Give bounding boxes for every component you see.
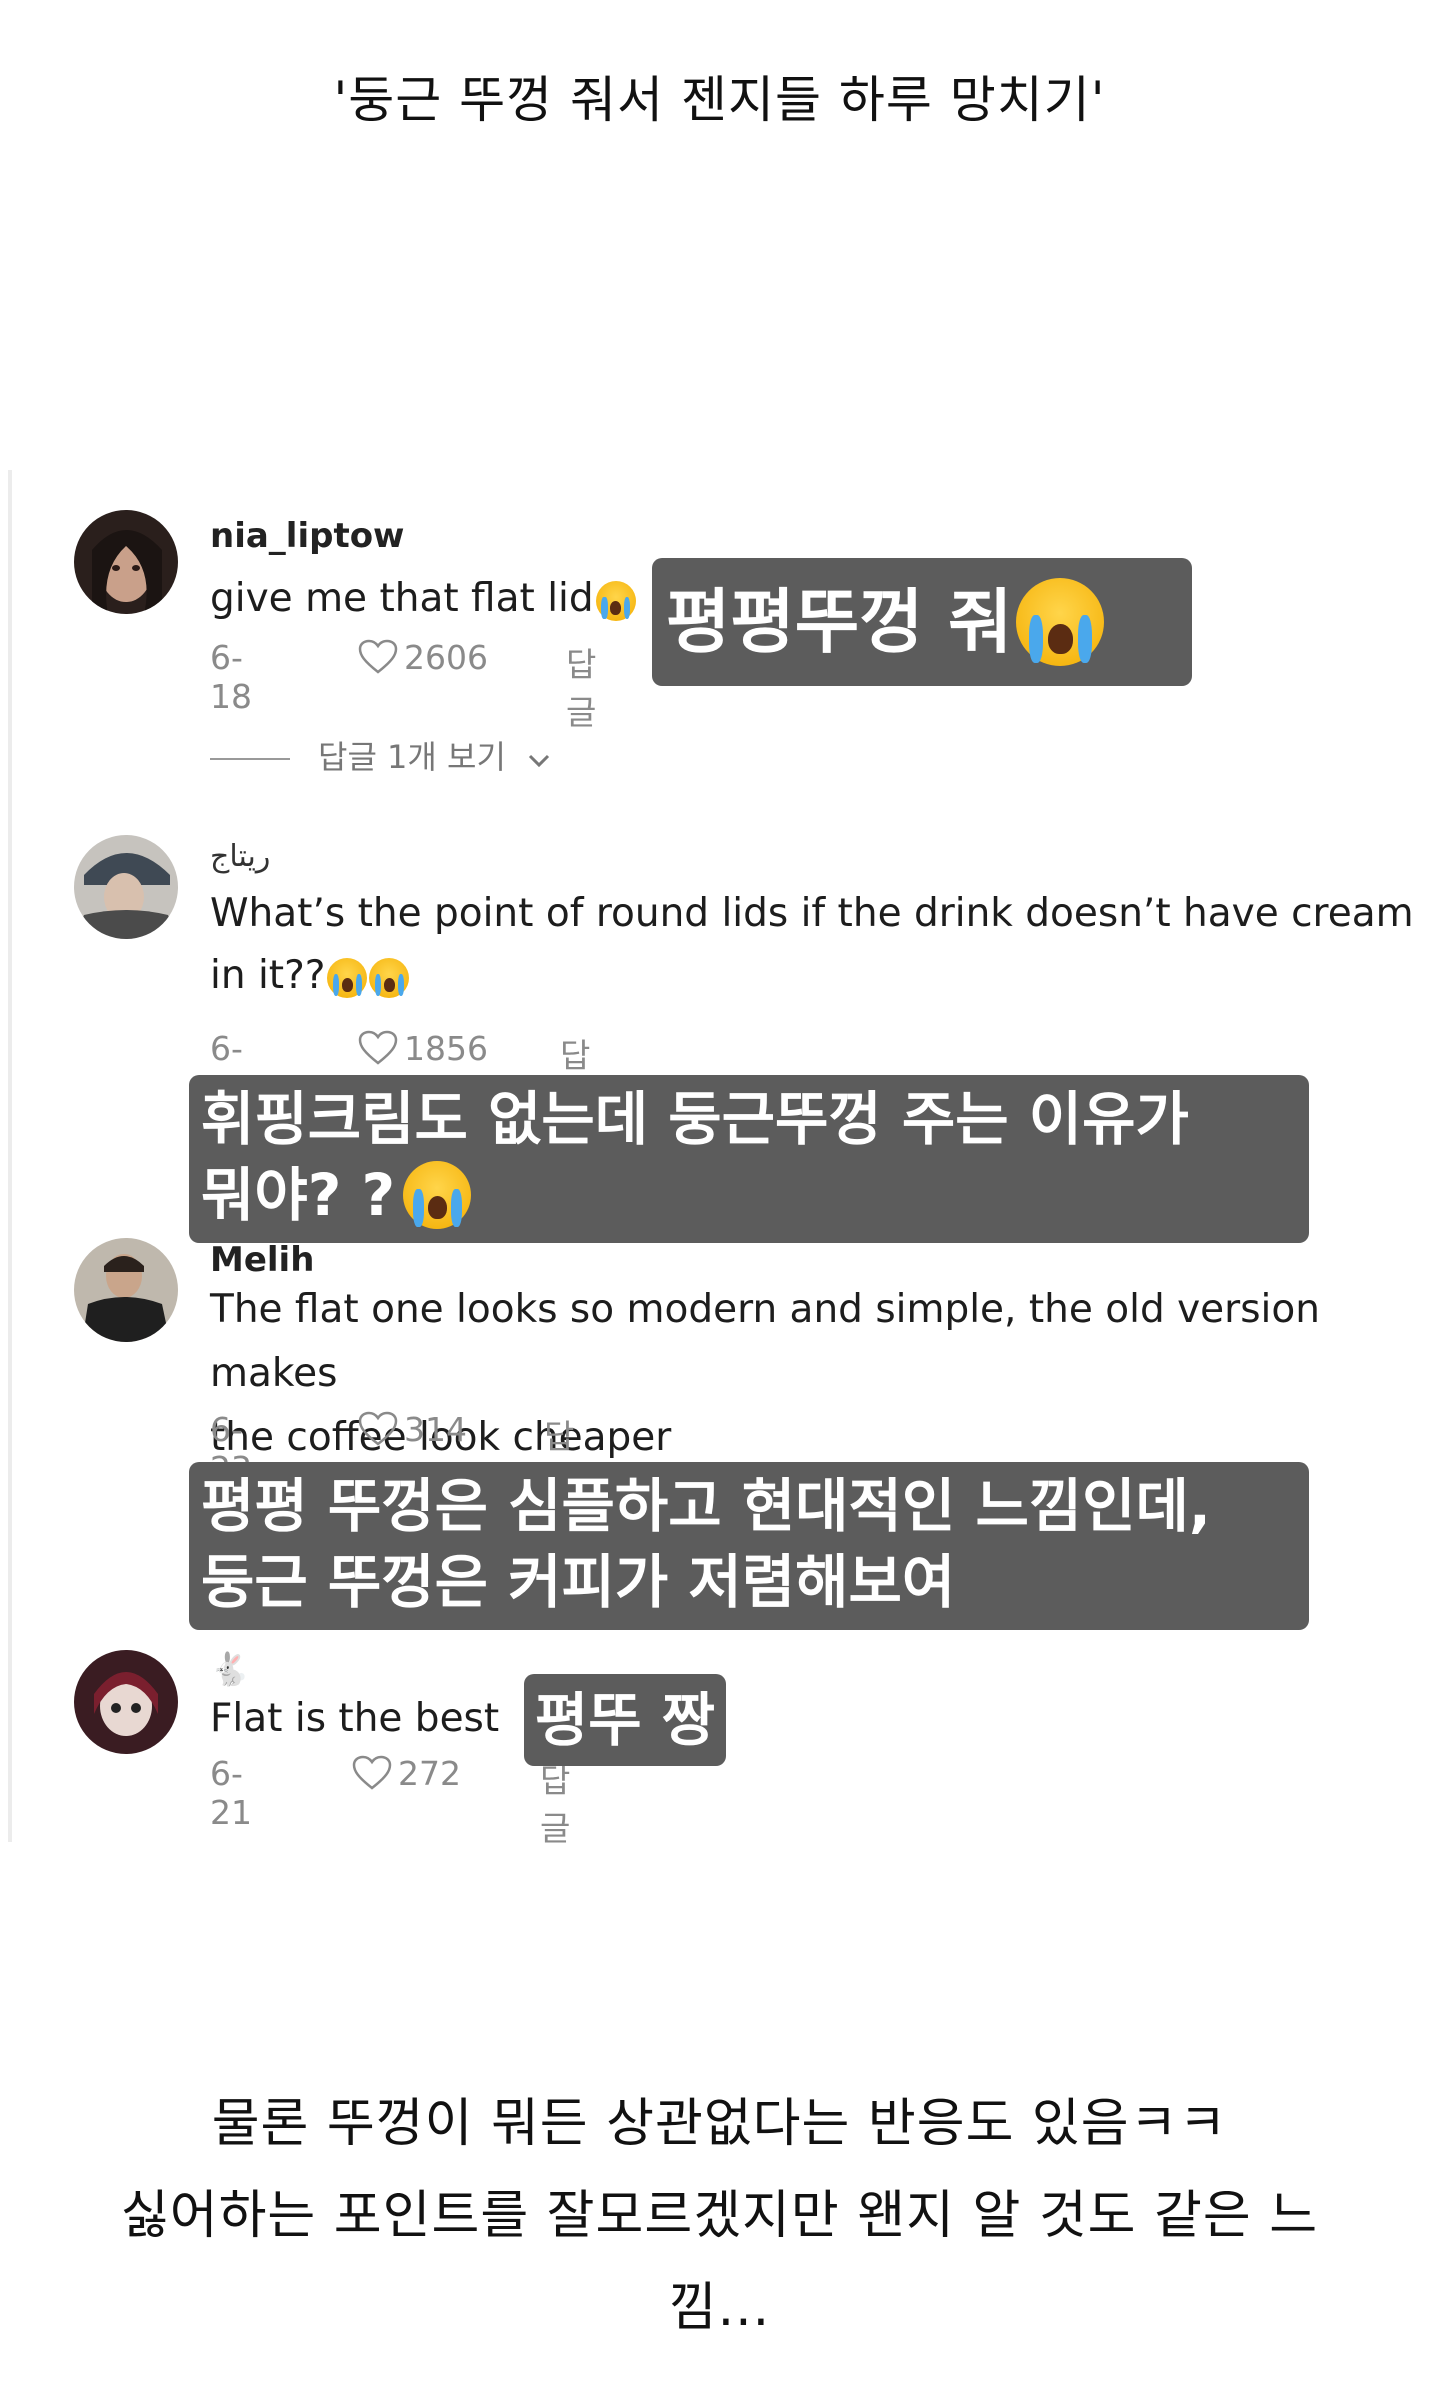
comment-text: Flat is the best: [210, 1696, 500, 1741]
like-count: 2606: [404, 638, 488, 677]
like-count: 1856: [404, 1029, 488, 1068]
translation-overlay: 평평 뚜껑은 심플하고 현대적인 느낌인데, 둥근 뚜껑은 커피가 저렴해보여: [189, 1462, 1309, 1630]
view-replies-label: 답글 1개 보기: [318, 738, 506, 776]
translation-overlay: 평뚜 짱: [524, 1674, 726, 1766]
chevron-down-icon: [529, 754, 550, 768]
sob-emoji-icon: [369, 957, 410, 998]
sob-emoji-icon: [1016, 577, 1105, 666]
username[interactable]: ريتاج: [210, 839, 270, 874]
sob-emoji-icon: [595, 580, 636, 621]
like-count: 272: [398, 1754, 461, 1793]
avatar[interactable]: [74, 510, 178, 614]
overlay-text: 평평뚜껑 줘: [666, 581, 1013, 663]
comment-screenshot: nia_liptow give me that flat lid 6-18 26…: [8, 470, 1439, 1848]
divider-line: [210, 758, 290, 760]
comment-date: 6-18: [210, 638, 252, 716]
like-button[interactable]: 314: [358, 1410, 467, 1449]
translation-overlay: 평평뚜껑 줘: [652, 558, 1192, 686]
comment-text: What’s the point of round lids if the dr…: [210, 883, 1420, 1007]
avatar[interactable]: [74, 1650, 178, 1754]
username[interactable]: 🐇: [210, 1650, 250, 1688]
sob-emoji-icon: [403, 1160, 472, 1229]
footer-line3: 낌...: [668, 2278, 771, 2338]
like-count: 314: [404, 1410, 467, 1449]
overlay-text-line1: 휘핑크림도 없는데 둥근뚜껑 주는 이유가: [201, 1085, 1189, 1153]
overlay-text-line2: 뭐야? ?: [201, 1157, 1297, 1233]
username[interactable]: nia_liptow: [210, 516, 404, 556]
avatar[interactable]: [74, 835, 178, 939]
reply-button[interactable]: 답글: [540, 1754, 570, 1850]
view-replies-button[interactable]: 답글 1개 보기: [210, 732, 550, 778]
page-title: '둥근 뚜껑 줘서 젠지들 하루 망치기': [333, 71, 1106, 129]
like-button[interactable]: 272: [352, 1754, 461, 1793]
footer-line1: 물론 뚜껑이 뭐든 상관없다는 반응도 있음ㅋㅋ: [211, 2094, 1228, 2154]
sob-emoji-icon: [327, 957, 368, 998]
heart-icon: [352, 1755, 392, 1790]
comment-text-line1: The flat one looks so modern and simple,…: [210, 1287, 1320, 1396]
like-button[interactable]: 2606: [358, 638, 488, 677]
heart-icon: [358, 639, 398, 674]
overlay-text: 뭐야? ?: [201, 1161, 396, 1229]
like-button[interactable]: 1856: [358, 1029, 488, 1068]
translation-overlay: 휘핑크림도 없는데 둥근뚜껑 주는 이유가 뭐야? ?: [189, 1075, 1309, 1243]
heart-icon: [358, 1030, 398, 1065]
overlay-text-line1: 평평 뚜껑은 심플하고 현대적인 느낌인데,: [201, 1472, 1211, 1540]
reply-button[interactable]: 답글: [566, 638, 596, 734]
footer-caption: 물론 뚜껑이 뭐든 상관없다는 반응도 있음ㅋㅋ 싫어하는 포인트를 잘모르겠지…: [0, 2078, 1439, 2354]
heart-icon: [358, 1411, 398, 1446]
username[interactable]: Melih: [210, 1240, 314, 1280]
comment-date: 6-21: [210, 1754, 252, 1832]
overlay-text-line2: 둥근 뚜껑은 커피가 저렴해보여: [201, 1548, 956, 1616]
comment-text-content: give me that flat lid: [210, 576, 594, 621]
footer-line2: 싫어하는 포인트를 잘모르겠지만 왠지 알 것도 같은 느: [120, 2186, 1319, 2246]
avatar[interactable]: [74, 1238, 178, 1342]
